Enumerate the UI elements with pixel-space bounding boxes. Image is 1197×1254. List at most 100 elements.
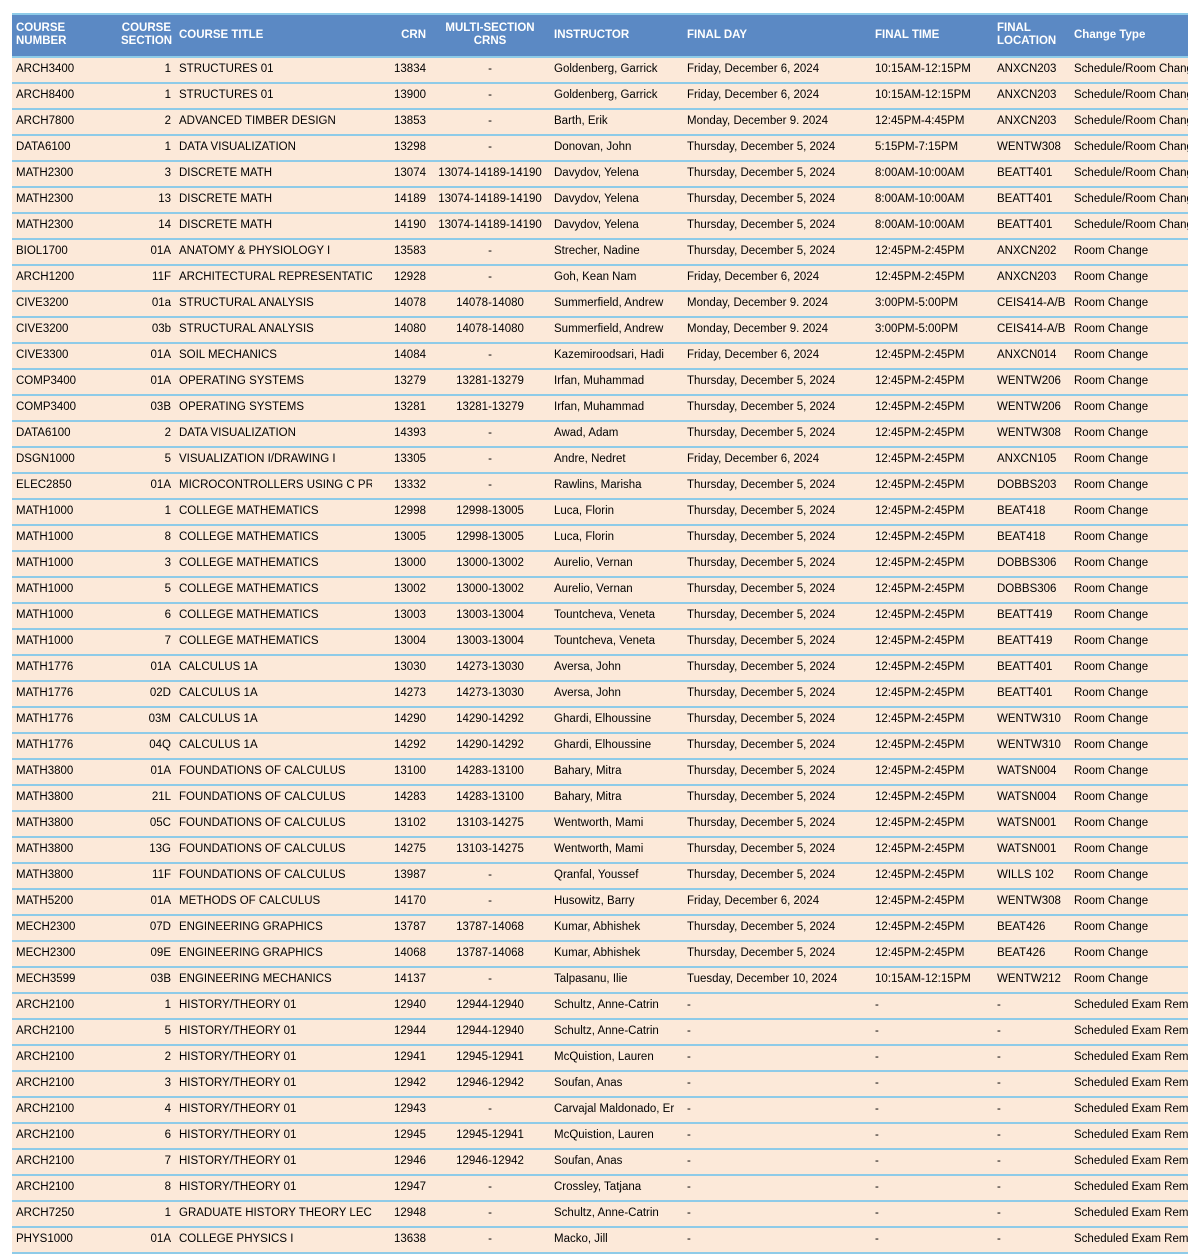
cell-final-time: 3:00PM-5:00PM	[871, 290, 993, 317]
column-header-change-type[interactable]: Change Type	[1070, 15, 1188, 57]
column-header-final-time[interactable]: FINAL TIME	[871, 15, 993, 57]
cell-course-section: 01A	[117, 888, 175, 915]
table-row[interactable]: BIOL1700 01A ANATOMY & PHYSIOLOGY I 13583- S…	[12, 238, 1188, 265]
cell-multi-section: 14283-13100	[430, 784, 550, 811]
table-row[interactable]: ARCH2100 5 HISTORY/THEORY 01 12944 12944-129…	[12, 1018, 1188, 1045]
cell-course-section: 01A	[117, 342, 175, 369]
cell-multi-section: 13281-13279	[430, 368, 550, 395]
cell-final-day: Thursday, December 5, 2024	[683, 732, 871, 759]
cell-final-day: -	[683, 992, 871, 1019]
table-row[interactable]: ELEC2850 01A MICROCONTROLLERS USING C PR 13…	[12, 472, 1188, 499]
cell-crn: 13900	[372, 82, 430, 109]
cell-multi-section: 13074-14189-14190	[430, 186, 550, 213]
table-row[interactable]: MATH1776 03M CALCULUS 1A 14290 14290-14292 Gh…	[12, 706, 1188, 733]
cell-final-day: Tuesday, December 10, 2024	[683, 966, 871, 993]
cell-final-day: Thursday, December 5, 2024	[683, 498, 871, 525]
cell-course-number: ARCH8400	[12, 82, 117, 109]
cell-final-time: 12:45PM-2:45PM	[871, 654, 993, 681]
cell-crn: 12943	[372, 1096, 430, 1123]
table-row[interactable]: ARCH2100 7 HISTORY/THEORY 01 12946 12946-129…	[12, 1148, 1188, 1175]
cell-final-time: -	[871, 1200, 993, 1227]
cell-final-day: Thursday, December 5, 2024	[683, 420, 871, 447]
table-row[interactable]: COMP3400 01A OPERATING SYSTEMS 13279 13281-1…	[12, 368, 1188, 395]
table-row[interactable]: ARCH7250 1 GRADUATE HISTORY THEORY LEC 1294…	[12, 1200, 1188, 1227]
table-row[interactable]: ARCH1200 11F ARCHITECTURAL REPRESENTATIC 12…	[12, 264, 1188, 291]
table-row[interactable]: ARCH8400 1 STRUCTURES 01 13900- Goldenberg, …	[12, 82, 1188, 109]
table-row[interactable]: MATH3800 21L FOUNDATIONS OF CALCULUS 14283 1…	[12, 784, 1188, 811]
table-row[interactable]: MECH2300 07D ENGINEERING GRAPHICS 13787 1378…	[12, 914, 1188, 941]
table-row[interactable]: MATH2300 13 DISCRETE MATH 14189 13074-14189-…	[12, 186, 1188, 213]
cell-course-number: DSGN1000	[12, 446, 117, 473]
table-row[interactable]: ARCH2100 8 HISTORY/THEORY 01 12947- Crossley…	[12, 1174, 1188, 1201]
table-row[interactable]: DATA6100 1 DATA VISUALIZATION 13298- Donovan…	[12, 134, 1188, 161]
column-header-course-number[interactable]: COURSE NUMBER	[12, 15, 117, 57]
table-row[interactable]: MECH3599 03B ENGINEERING MECHANICS 14137- Ta…	[12, 966, 1188, 993]
cell-final-day: Thursday, December 5, 2024	[683, 550, 871, 577]
cell-instructor: Husowitz, Barry	[550, 888, 683, 915]
table-row[interactable]: PHYS1000 01A COLLEGE PHYSICS I 13638- Macko,…	[12, 1226, 1188, 1254]
cell-final-day: Thursday, December 5, 2024	[683, 524, 871, 551]
table-row[interactable]: ARCH2100 2 HISTORY/THEORY 01 12941 12945-129…	[12, 1044, 1188, 1071]
column-header-multi-section[interactable]: MULTI-SECTION CRNS	[430, 15, 550, 57]
table-row[interactable]: MATH1000 6 COLLEGE MATHEMATICS 13003 13003-1…	[12, 602, 1188, 629]
cell-course-number: ARCH3400	[12, 56, 117, 83]
cell-final-location: WATSN004	[993, 758, 1070, 785]
table-row[interactable]: DATA6100 2 DATA VISUALIZATION 14393- Awad, A…	[12, 420, 1188, 447]
cell-multi-section: 13074-14189-14190	[430, 212, 550, 239]
table-row[interactable]: ARCH3400 1 STRUCTURES 01 13834- Goldenberg, …	[12, 56, 1188, 83]
cell-course-number: MECH2300	[12, 940, 117, 967]
table-row[interactable]: CIVE3200 03b STRUCTURAL ANALYSIS 14080 14078…	[12, 316, 1188, 343]
table-row[interactable]: CIVE3200 01a STRUCTURAL ANALYSIS 14078 14078…	[12, 290, 1188, 317]
column-header-final-location[interactable]: FINAL LOCATION	[993, 15, 1070, 57]
table-row[interactable]: MATH1776 02D CALCULUS 1A 14273 14273-13030 Av…	[12, 680, 1188, 707]
column-header-final-day[interactable]: FINAL DAY	[683, 15, 871, 57]
table-row[interactable]: MATH3800 01A FOUNDATIONS OF CALCULUS 13100 1…	[12, 758, 1188, 785]
cell-instructor: Kazemiroodsari, Hadi	[550, 342, 683, 369]
column-header-crn[interactable]: CRN	[372, 15, 430, 57]
cell-course-section: 21L	[117, 784, 175, 811]
table-row[interactable]: COMP3400 03B OPERATING SYSTEMS 13281 13281-1…	[12, 394, 1188, 421]
cell-course-title: ENGINEERING GRAPHICS	[175, 940, 372, 967]
table-row[interactable]: MATH1000 7 COLLEGE MATHEMATICS 13004 13003-1…	[12, 628, 1188, 655]
cell-course-section: 3	[117, 1070, 175, 1097]
cell-course-section: 8	[117, 524, 175, 551]
table-row[interactable]: ARCH2100 4 HISTORY/THEORY 01 12943- Carvajal…	[12, 1096, 1188, 1123]
cell-multi-section: -	[430, 342, 550, 369]
table-row[interactable]: ARCH2100 6 HISTORY/THEORY 01 12945 12945-129…	[12, 1122, 1188, 1149]
table-row[interactable]: MATH1000 3 COLLEGE MATHEMATICS 13000 13000-1…	[12, 550, 1188, 577]
column-header-instructor[interactable]: INSTRUCTOR	[550, 15, 683, 57]
table-row[interactable]: MATH2300 14 DISCRETE MATH 14190 13074-14189-…	[12, 212, 1188, 239]
table-row[interactable]: MATH3800 13G FOUNDATIONS OF CALCULUS 14275 1…	[12, 836, 1188, 863]
table-row[interactable]: CIVE3300 01A SOIL MECHANICS 14084- Kazemiroo…	[12, 342, 1188, 369]
cell-final-day: Thursday, December 5, 2024	[683, 654, 871, 681]
cell-course-title: HISTORY/THEORY 01	[175, 1148, 372, 1175]
cell-crn: 14292	[372, 732, 430, 759]
table-row[interactable]: MATH2300 3 DISCRETE MATH 13074 13074-14189-1…	[12, 160, 1188, 187]
table-row[interactable]: ARCH2100 1 HISTORY/THEORY 01 12940 12944-129…	[12, 992, 1188, 1019]
column-header-course-title[interactable]: COURSE TITLE	[175, 15, 372, 57]
table-row[interactable]: MATH1000 8 COLLEGE MATHEMATICS 13005 12998-1…	[12, 524, 1188, 551]
cell-final-day: Thursday, December 5, 2024	[683, 628, 871, 655]
cell-course-section: 09E	[117, 940, 175, 967]
cell-multi-section: 13000-13002	[430, 550, 550, 577]
table-row[interactable]: MECH2300 09E ENGINEERING GRAPHICS 14068 1378…	[12, 940, 1188, 967]
cell-final-location: -	[993, 1148, 1070, 1175]
table-row[interactable]: ARCH2100 3 HISTORY/THEORY 01 12942 12946-129…	[12, 1070, 1188, 1097]
table-row[interactable]: MATH3800 11F FOUNDATIONS OF CALCULUS 13987-…	[12, 862, 1188, 889]
cell-instructor: Schultz, Anne-Catrin	[550, 992, 683, 1019]
cell-instructor: Qranfal, Youssef	[550, 862, 683, 889]
table-row[interactable]: ARCH7800 2 ADVANCED TIMBER DESIGN 13853- Bar…	[12, 108, 1188, 135]
table-row[interactable]: MATH1000 1 COLLEGE MATHEMATICS 12998 12998-1…	[12, 498, 1188, 525]
cell-crn: 12942	[372, 1070, 430, 1097]
column-header-course-section[interactable]: COURSE SECTION	[117, 15, 175, 57]
cell-multi-section: 12945-12941	[430, 1122, 550, 1149]
cell-course-section: 7	[117, 628, 175, 655]
table-row[interactable]: MATH1776 01A CALCULUS 1A 13030 14273-13030 Av…	[12, 654, 1188, 681]
cell-course-number: ARCH2100	[12, 1044, 117, 1071]
table-row[interactable]: DSGN1000 5 VISUALIZATION I/DRAWING I 13305-…	[12, 446, 1188, 473]
cell-change-type: Scheduled Exam Removed	[1070, 1096, 1188, 1123]
table-row[interactable]: MATH1000 5 COLLEGE MATHEMATICS 13002 13000-1…	[12, 576, 1188, 603]
table-row[interactable]: MATH5200 01A METHODS OF CALCULUS 14170- Huso…	[12, 888, 1188, 915]
table-row[interactable]: MATH1776 04Q CALCULUS 1A 14292 14290-14292 Gh…	[12, 732, 1188, 759]
table-row[interactable]: MATH3800 05C FOUNDATIONS OF CALCULUS 13102 1…	[12, 810, 1188, 837]
